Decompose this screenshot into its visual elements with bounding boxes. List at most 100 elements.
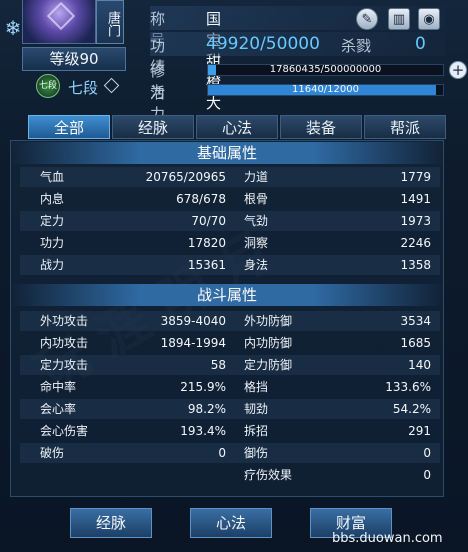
stat-row: 会心伤害 193.4% (40, 421, 226, 441)
stat-value: 0 (423, 468, 431, 482)
tab-mental-skill[interactable]: 心法 (196, 115, 278, 139)
level-badge: 等级90 (22, 47, 126, 71)
stat-value: 0 (218, 446, 226, 460)
stat-value: 215.9% (180, 380, 226, 394)
rank-label: 七段 (68, 79, 99, 97)
basic-attributes-heading: 基础属性 (10, 142, 444, 164)
combat-attributes-heading: 战斗属性 (10, 284, 444, 306)
barcode-icon[interactable]: ▥ (388, 8, 410, 30)
stat-label: 御伤 (244, 446, 269, 460)
sect-tag: 唐门 (96, 0, 124, 44)
stat-row: 气劲 1973 (244, 211, 431, 231)
stat-row: 疗伤效果 0 (244, 465, 431, 485)
stat-label: 外功防御 (244, 314, 293, 328)
tab-equipment[interactable]: 装备 (280, 115, 362, 139)
stat-row: 力道 1779 (244, 167, 431, 187)
stat-value: 1779 (400, 170, 431, 184)
stat-row: 定力防御 140 (244, 355, 431, 375)
stat-label: 破伤 (40, 446, 65, 460)
stat-label: 韧劲 (244, 402, 269, 416)
stat-row: 定力 70/70 (40, 211, 226, 231)
stat-value: 291 (408, 424, 431, 438)
stat-value: 3534 (400, 314, 431, 328)
site-watermark: bbs.duowan.com (332, 531, 443, 546)
stat-value: 17820 (187, 236, 226, 250)
vitality-bar: 11640/12000 (207, 84, 444, 96)
stat-label: 定力 (40, 214, 65, 228)
stat-row: 拆招 291 (244, 421, 431, 441)
stat-value: 54.2% (392, 402, 431, 416)
stat-row: 命中率 215.9% (40, 377, 226, 397)
stat-value: 1685 (400, 336, 431, 350)
stat-value: 1491 (400, 192, 431, 206)
stat-value: 15361 (187, 258, 226, 272)
stat-value: 678/678 (176, 192, 226, 206)
stat-row: 战力 15361 (40, 255, 226, 275)
stat-row: 内功攻击 1894-1994 (40, 333, 226, 353)
tab-meridian[interactable]: 经脉 (112, 115, 194, 139)
stat-value: 1358 (400, 258, 431, 272)
kill-value: 0 (415, 34, 426, 54)
stat-value: 2246 (400, 236, 431, 250)
stat-value: 140 (408, 358, 431, 372)
stat-label: 拆招 (244, 424, 269, 438)
stat-label: 功力 (40, 236, 65, 250)
stat-label: 内功防御 (244, 336, 293, 350)
stat-label: 定力攻击 (40, 358, 89, 372)
stat-label: 气血 (40, 170, 65, 184)
stat-label: 内息 (40, 192, 65, 206)
edit-icon[interactable]: ✎ (356, 8, 378, 30)
stat-row: 会心率 98.2% (40, 399, 226, 419)
merit-value: 49920/50000 (206, 34, 320, 54)
stat-value: 98.2% (187, 402, 226, 416)
tab-guild[interactable]: 帮派 (364, 115, 446, 139)
stat-value: 193.4% (180, 424, 226, 438)
character-panel: 玩 涯 明 月 ❄ 唐门 等级90 七段 七段 称号 国宝甜橙大喵 ✎ ▥ ◉ … (0, 0, 468, 552)
stat-value: 3859-4040 (160, 314, 226, 328)
stat-value: 0 (423, 446, 431, 460)
stat-row: 外功防御 3534 (244, 311, 431, 331)
stat-row: 外功攻击 3859-4040 (40, 311, 226, 331)
stat-label: 格挡 (244, 380, 269, 394)
stat-label: 会心率 (40, 402, 77, 416)
stat-label: 气劲 (244, 214, 269, 228)
stat-row: 功力 17820 (40, 233, 226, 253)
stat-row: 御伤 0 (244, 443, 431, 463)
stat-row: 内功防御 1685 (244, 333, 431, 353)
snowflake-icon: ❄ (4, 16, 22, 40)
stat-row: 韧劲 54.2% (244, 399, 431, 419)
tab-all[interactable]: 全部 (28, 115, 110, 139)
tab-bar: 全部 经脉 心法 装备 帮派 (28, 115, 446, 139)
stat-label: 身法 (244, 258, 269, 272)
stat-label: 根骨 (244, 192, 269, 206)
stat-label: 洞察 (244, 236, 269, 250)
stat-label: 外功攻击 (40, 314, 89, 328)
stat-label: 战力 (40, 258, 65, 272)
stat-label: 命中率 (40, 380, 77, 394)
stat-row: 根骨 1491 (244, 189, 431, 209)
stat-row: 定力攻击 58 (40, 355, 226, 375)
diamond-icon[interactable] (103, 77, 120, 94)
stat-value: 133.6% (385, 380, 431, 394)
stat-label: 会心伤害 (40, 424, 89, 438)
stat-row: 格挡 133.6% (244, 377, 431, 397)
stat-label: 力道 (244, 170, 269, 184)
stat-label: 疗伤效果 (244, 468, 293, 482)
stat-value: 70/70 (191, 214, 226, 228)
vitality-value: 11640/12000 (292, 84, 359, 95)
cultivation-bar: 17860435/500000000 (207, 64, 444, 76)
stat-value: 1973 (400, 214, 431, 228)
kill-label: 杀戮 (341, 37, 372, 55)
cultivation-value: 17860435/500000000 (269, 64, 382, 75)
stat-value: 58 (210, 358, 226, 372)
stat-label: 定力防御 (244, 358, 293, 372)
stat-row: 内息 678/678 (40, 189, 226, 209)
stat-row: 洞察 2246 (244, 233, 431, 253)
eye-icon[interactable]: ◉ (418, 8, 440, 30)
rank-badge-icon: 七段 (36, 74, 60, 98)
meridian-button[interactable]: 经脉 (70, 508, 152, 538)
avatar[interactable] (22, 0, 96, 44)
stat-value: 20765/20965 (145, 170, 226, 184)
mental-skill-button[interactable]: 心法 (190, 508, 272, 538)
plus-icon[interactable]: + (449, 61, 467, 79)
